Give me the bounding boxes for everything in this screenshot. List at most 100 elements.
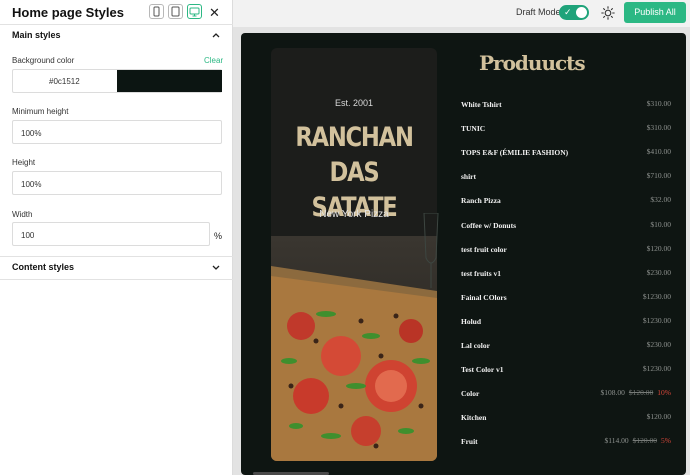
est-text: Est. 2001 bbox=[334, 98, 374, 108]
products-title: Produucts bbox=[479, 51, 586, 75]
clear-link[interactable]: Clear bbox=[204, 56, 223, 65]
height-label: Height bbox=[12, 158, 36, 167]
product-price-group: $310.00 bbox=[647, 99, 671, 108]
city-text: New York Pizza bbox=[319, 209, 389, 220]
page-preview[interactable]: Est. 2001 RANCHAN DAS SATATE New York Pi… bbox=[241, 33, 686, 475]
product-price-group: $114.00 $120.00 5% bbox=[605, 436, 671, 445]
content-styles-header[interactable]: Content styles bbox=[0, 257, 233, 279]
product-price-group: $1230.00 bbox=[643, 292, 671, 301]
product-price-group: $32.00 bbox=[650, 195, 671, 204]
product-price-group: $1230.00 bbox=[643, 316, 671, 325]
tablet-view-button[interactable] bbox=[168, 4, 183, 19]
sun-icon[interactable] bbox=[601, 6, 615, 20]
product-row[interactable]: Kitchen $120.00 bbox=[461, 411, 671, 425]
product-row[interactable]: Holud $1230.00 bbox=[461, 315, 671, 329]
product-price-group: $410.00 bbox=[647, 147, 671, 156]
mobile-icon bbox=[153, 6, 160, 17]
hero-card: Est. 2001 RANCHAN DAS SATATE New York Pi… bbox=[271, 48, 437, 461]
product-price: $410.00 bbox=[646, 147, 671, 157]
product-row[interactable]: Color $108.00 $120.00 10% bbox=[461, 387, 671, 401]
product-row[interactable]: Fainal COlors $1230.00 bbox=[461, 291, 671, 305]
product-name: test fruit color bbox=[461, 244, 507, 254]
color-hex-value[interactable]: #0c1512 bbox=[49, 77, 80, 86]
color-swatch[interactable] bbox=[117, 70, 222, 92]
product-name: Fruit bbox=[461, 437, 478, 447]
product-row[interactable]: Test Color v1 $1230.00 bbox=[461, 363, 671, 377]
product-row[interactable]: Fruit $114.00 $120.00 5% bbox=[461, 435, 671, 449]
product-row[interactable]: shirt $710.00 bbox=[461, 170, 671, 184]
product-price: $230.00 bbox=[646, 267, 671, 277]
product-name: Ranch Pizza bbox=[461, 196, 501, 206]
background-color-field[interactable]: #0c1512 bbox=[12, 69, 222, 93]
width-unit: % bbox=[214, 231, 223, 241]
product-price: $10.00 bbox=[650, 219, 671, 229]
product-price: $120.00 bbox=[646, 243, 671, 253]
main-styles-header[interactable]: Main styles bbox=[0, 25, 233, 47]
tablet-icon bbox=[171, 6, 180, 17]
product-price: $230.00 bbox=[646, 340, 671, 349]
product-old-price: $120.00 bbox=[628, 388, 654, 398]
product-price-group: $120.00 bbox=[647, 412, 671, 421]
toggle-knob bbox=[576, 7, 587, 18]
product-name: Kitchen bbox=[461, 413, 487, 423]
product-row[interactable]: Ranch Pizza $32.00 bbox=[461, 194, 671, 208]
product-price: $120.00 bbox=[646, 412, 671, 422]
product-name: test fruits v1 bbox=[461, 268, 501, 278]
product-price: $710.00 bbox=[646, 171, 671, 181]
product-price: $1230.00 bbox=[642, 291, 671, 301]
product-row[interactable]: Lal color $230.00 bbox=[461, 339, 671, 353]
product-name: White Tshirt bbox=[461, 100, 502, 109]
product-old-price: $120.00 bbox=[632, 436, 657, 446]
width-field[interactable]: 100 bbox=[12, 222, 210, 246]
product-price: $108.00 bbox=[600, 388, 625, 398]
product-price-group: $108.00 $120.00 10% bbox=[601, 388, 672, 397]
product-name: Holud bbox=[461, 316, 482, 326]
product-row[interactable]: White Tshirt $310.00 bbox=[461, 98, 671, 112]
product-row[interactable]: TUNIC $310.00 bbox=[461, 122, 671, 136]
pizza-image bbox=[271, 236, 437, 461]
product-row[interactable]: test fruits v1 $230.00 bbox=[461, 267, 671, 281]
product-discount: 10% bbox=[657, 388, 671, 398]
product-price: $310.00 bbox=[646, 99, 671, 108]
draft-mode-toggle[interactable]: ✓ bbox=[559, 5, 589, 20]
product-name: Fainal COlors bbox=[461, 292, 507, 302]
product-price-group: $230.00 bbox=[647, 268, 671, 277]
product-row[interactable]: TOPS E&F (ÉMILIE FASHION) $410.00 bbox=[461, 146, 671, 160]
divider bbox=[0, 279, 233, 280]
chevron-up-icon bbox=[212, 33, 220, 38]
product-price-group: $1230.00 bbox=[643, 364, 671, 373]
product-name: TUNIC bbox=[461, 124, 486, 134]
product-row[interactable]: Coffee w/ Donuts $10.00 bbox=[461, 219, 671, 233]
brand-line-1: RANCHAN DAS bbox=[295, 122, 414, 188]
product-price-group: $230.00 bbox=[647, 340, 671, 349]
chevron-down-icon bbox=[212, 265, 220, 270]
product-price-group: $120.00 bbox=[647, 244, 671, 253]
product-price-group: $310.00 bbox=[647, 123, 671, 132]
product-discount: 5% bbox=[661, 436, 671, 446]
desktop-view-button[interactable] bbox=[187, 4, 202, 19]
main-styles-label: Main styles bbox=[12, 30, 61, 40]
close-icon[interactable]: ✕ bbox=[209, 5, 220, 21]
product-price: $310.00 bbox=[646, 123, 671, 133]
check-icon: ✓ bbox=[564, 7, 572, 17]
panel-title: Home page Styles bbox=[12, 5, 124, 20]
draft-mode-label: Draft Mode bbox=[516, 7, 561, 17]
styles-panel: Home page Styles ✕ Main styles Backgroun… bbox=[0, 0, 233, 475]
desktop-icon bbox=[189, 7, 200, 17]
height-field[interactable]: 100% bbox=[12, 171, 222, 195]
product-name: TOPS E&F (ÉMILIE FASHION) bbox=[461, 148, 569, 158]
product-price: $114.00 bbox=[604, 436, 629, 446]
background-color-label: Background color bbox=[12, 56, 75, 65]
product-price: $32.00 bbox=[650, 195, 671, 205]
product-name: Lal color bbox=[461, 341, 490, 350]
content-styles-label: Content styles bbox=[12, 262, 75, 272]
minimum-height-label: Minimum height bbox=[12, 107, 69, 116]
publish-all-button[interactable]: Publish All bbox=[624, 2, 686, 23]
product-name: Coffee w/ Donuts bbox=[461, 220, 516, 230]
minimum-height-field[interactable]: 100% bbox=[12, 120, 222, 144]
product-name: Test Color v1 bbox=[461, 365, 504, 375]
product-price-group: $10.00 bbox=[650, 220, 671, 229]
product-name: shirt bbox=[461, 172, 476, 182]
mobile-view-button[interactable] bbox=[149, 4, 164, 19]
product-row[interactable]: test fruit color $120.00 bbox=[461, 243, 671, 257]
